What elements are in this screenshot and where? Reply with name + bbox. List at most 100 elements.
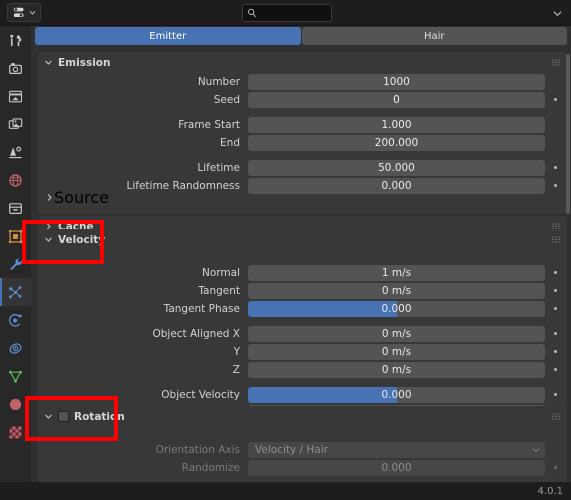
animate-decorator[interactable]	[545, 350, 565, 353]
status-bar: 4.0.1	[0, 482, 571, 500]
number-field-lifetime-randomness[interactable]: 0.000	[248, 177, 545, 194]
panel-emission-header[interactable]: Emission	[38, 52, 567, 73]
animate-decorator[interactable]	[545, 307, 565, 310]
camera-back-icon	[9, 62, 22, 74]
panel-rotation-header[interactable]: Rotation	[38, 406, 567, 427]
table-row: Tangent Phase 0.000	[38, 300, 567, 317]
dropdown-orientation-axis[interactable]: Velocity / Hair	[248, 441, 545, 458]
number-field-tangent[interactable]: 0 m/s	[248, 282, 545, 299]
chevron-down-icon	[532, 447, 540, 452]
field-label: Lifetime	[197, 161, 240, 174]
object-square-icon	[8, 229, 23, 243]
animate-decorator[interactable]	[545, 466, 565, 469]
panel-velocity-title: Velocity	[58, 233, 106, 246]
rotation-enable-checkbox[interactable]	[58, 411, 69, 422]
sidebar-item-view-layer[interactable]	[0, 110, 31, 138]
animate-decorator[interactable]	[545, 289, 565, 292]
number-field-object-aligned-x[interactable]: 0 m/s	[248, 325, 545, 342]
scene-cone-icon	[9, 146, 22, 158]
images-icon	[8, 117, 23, 129]
number-field-frame-start[interactable]: 1.000	[248, 116, 545, 133]
panel-emission: Emission Number 1000 Seed 0 Frame Start …	[38, 52, 567, 214]
version-label: 4.0.1	[537, 485, 563, 497]
properties-tab-column	[0, 26, 31, 500]
particle-type-toggle: Emitter Hair	[35, 27, 567, 45]
slider-fill	[248, 386, 397, 403]
animate-decorator[interactable]	[545, 98, 565, 101]
chevron-down-icon	[553, 10, 561, 16]
panel-grip-icon[interactable]	[552, 236, 561, 243]
sidebar-item-collection[interactable]	[0, 194, 31, 222]
sidebar-item-modifiers[interactable]	[0, 250, 31, 278]
table-row: Tangent 0 m/s	[38, 282, 567, 299]
sidebar-item-render[interactable]	[0, 54, 31, 82]
table-row: Y 0 m/s	[38, 343, 567, 360]
table-row: Lifetime Randomness 0.000	[38, 177, 567, 194]
field-label: Tangent Phase	[163, 302, 240, 315]
editor-type-selector[interactable]	[7, 3, 41, 22]
field-label: End	[220, 136, 240, 149]
sidebar-item-constraints[interactable]	[0, 334, 31, 362]
chevron-down-icon	[45, 237, 52, 242]
number-field-number[interactable]: 1000	[248, 73, 545, 90]
table-row: Orientation Axis Velocity / Hair	[38, 441, 567, 458]
animate-decorator[interactable]	[545, 368, 565, 371]
constraint-icon	[9, 342, 22, 354]
field-label: Object Aligned X	[152, 327, 240, 340]
table-row: Randomize 0.000	[38, 459, 567, 476]
field-label: Seed	[213, 93, 240, 106]
sidebar-item-world[interactable]	[0, 166, 31, 194]
sidebar-item-texture[interactable]	[0, 418, 31, 446]
number-field-seed[interactable]: 0	[248, 91, 545, 108]
panel-emission-title: Emission	[58, 56, 111, 69]
panel-velocity-header[interactable]: Velocity	[38, 229, 567, 250]
search-box[interactable]	[242, 4, 332, 22]
header-options-dropdown[interactable]	[549, 5, 565, 21]
sidebar-item-material[interactable]	[0, 390, 31, 418]
animate-decorator[interactable]	[545, 166, 565, 169]
slider-field-object-velocity[interactable]: 0.000	[248, 386, 545, 403]
table-row: Object Velocity 0.000	[38, 386, 567, 403]
sidebar-item-output[interactable]	[0, 82, 31, 110]
properties-editor-icon	[13, 7, 23, 18]
chevron-down-icon	[45, 60, 52, 65]
vertical-scrollbar[interactable]	[566, 54, 570, 214]
panel-rotation-title: Rotation	[74, 410, 125, 423]
animate-decorator[interactable]	[545, 271, 565, 274]
tab-hair[interactable]: Hair	[301, 27, 567, 45]
sidebar-item-physics[interactable]	[0, 306, 31, 334]
search-input[interactable]	[257, 7, 325, 19]
number-field-object-aligned-y[interactable]: 0 m/s	[248, 343, 545, 360]
table-row: Frame Start 1.000	[38, 116, 567, 133]
animate-decorator[interactable]	[545, 184, 565, 187]
number-field-end[interactable]: 200.000	[248, 134, 545, 151]
field-label: Tangent	[198, 284, 240, 297]
number-field-rotation-randomize[interactable]: 0.000	[248, 459, 545, 476]
sidebar-item-particles[interactable]	[0, 278, 31, 306]
sidebar-item-object[interactable]	[0, 222, 31, 250]
panel-grip-icon[interactable]	[552, 413, 561, 420]
animate-decorator[interactable]	[545, 332, 565, 335]
number-field-lifetime[interactable]: 50.000	[248, 159, 545, 176]
number-field-normal[interactable]: 1 m/s	[248, 264, 545, 281]
slider-field-tangent-phase[interactable]: 0.000	[248, 300, 545, 317]
number-field-object-aligned-z[interactable]: 0 m/s	[248, 361, 545, 378]
animate-decorator[interactable]	[545, 393, 565, 396]
sidebar-item-object-data[interactable]	[0, 362, 31, 390]
table-row: Object Aligned X 0 m/s	[38, 325, 567, 342]
particles-icon	[9, 285, 22, 298]
table-row: End 200.000	[38, 134, 567, 151]
sidebar-item-tool[interactable]	[0, 26, 31, 54]
sidebar-item-scene[interactable]	[0, 138, 31, 166]
tab-emitter[interactable]: Emitter	[35, 27, 301, 45]
properties-main-area: Emitter Hair Emission Number 1000 Seed 0…	[31, 26, 571, 500]
search-field-wrap	[242, 4, 332, 22]
table-row: Number 1000	[38, 73, 567, 90]
subpanel-source[interactable]: Source	[45, 188, 109, 207]
field-label: Normal	[202, 266, 240, 279]
panel-grip-icon[interactable]	[552, 59, 561, 66]
subpanel-source-title: Source	[54, 188, 109, 207]
